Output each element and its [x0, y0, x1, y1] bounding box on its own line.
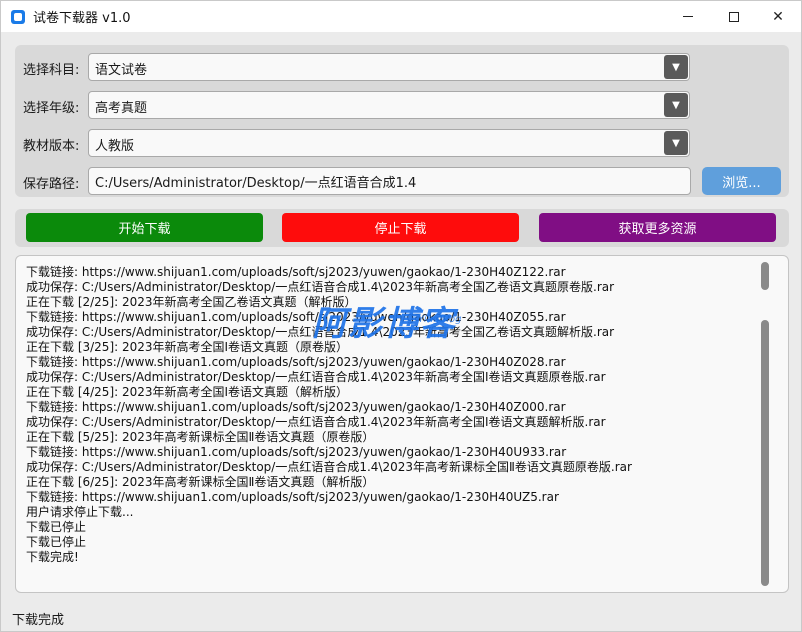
- stop-download-button[interactable]: 停止下载: [282, 213, 519, 242]
- chevron-down-icon[interactable]: ▼: [664, 55, 688, 79]
- log-line: 正在下载 [5/25]: 2023年高考新课标全国Ⅱ卷语文真题（原卷版）: [26, 430, 375, 444]
- grade-select[interactable]: 高考真题 ▼: [88, 91, 690, 119]
- log-panel[interactable]: 下载链接: https://www.shijuan1.com/uploads/s…: [15, 255, 789, 593]
- window-title: 试卷下载器 v1.0: [33, 11, 131, 26]
- chevron-down-icon[interactable]: ▼: [664, 93, 688, 117]
- edition-row: 教材版本: 人教版 ▼: [15, 129, 789, 157]
- log-line: 下载链接: https://www.shijuan1.com/uploads/s…: [26, 400, 566, 414]
- close-icon: ✕: [772, 8, 784, 25]
- title-bar: 试卷下载器 v1.0 ✕: [1, 1, 801, 32]
- log-line: 成功保存: C:/Users/Administrator/Desktop/一点红…: [26, 460, 632, 474]
- save-path-input[interactable]: [88, 167, 691, 195]
- app-window: 试卷下载器 v1.0 ✕ 选择科目: 语文试卷 ▼ 选择年级: 高考真题 ▼ 教…: [0, 0, 802, 632]
- grade-value: 高考真题: [95, 101, 148, 116]
- edition-value: 人教版: [95, 139, 135, 154]
- edition-label: 教材版本:: [23, 139, 80, 154]
- log-line: 正在下载 [4/25]: 2023年新高考全国Ⅰ卷语文真题（解析版）: [26, 385, 349, 399]
- log-line: 正在下载 [6/25]: 2023年高考新课标全国Ⅱ卷语文真题（解析版）: [26, 475, 375, 489]
- log-line: 下载完成!: [26, 550, 79, 564]
- chevron-down-icon[interactable]: ▼: [664, 131, 688, 155]
- more-resources-button[interactable]: 获取更多资源: [539, 213, 776, 242]
- subject-label: 选择科目:: [23, 63, 80, 78]
- edition-select[interactable]: 人教版 ▼: [88, 129, 690, 157]
- log-scrollbar[interactable]: [761, 262, 771, 588]
- action-panel: 开始下载 停止下载 获取更多资源: [15, 209, 789, 247]
- browse-button[interactable]: 浏览...: [702, 167, 781, 195]
- subject-value: 语文试卷: [95, 63, 148, 78]
- settings-panel: 选择科目: 语文试卷 ▼ 选择年级: 高考真题 ▼ 教材版本: 人教版 ▼ 保存…: [15, 45, 789, 197]
- maximize-button[interactable]: [711, 1, 757, 32]
- status-text: 下载完成: [12, 613, 65, 628]
- log-line: 下载链接: https://www.shijuan1.com/uploads/s…: [26, 490, 559, 504]
- log-line: 成功保存: C:/Users/Administrator/Desktop/一点红…: [26, 415, 606, 429]
- minimize-icon: [683, 16, 693, 17]
- subject-row: 选择科目: 语文试卷 ▼: [15, 53, 789, 81]
- save-path-label: 保存路径:: [23, 177, 80, 192]
- watermark-subtext: YingBlog: [418, 314, 462, 325]
- log-line: 成功保存: C:/Users/Administrator/Desktop/一点红…: [26, 280, 615, 294]
- maximize-icon: [729, 11, 739, 22]
- log-line: 用户请求停止下载...: [26, 505, 134, 519]
- log-line: 成功保存: C:/Users/Administrator/Desktop/一点红…: [26, 370, 606, 384]
- start-download-button[interactable]: 开始下载: [26, 213, 263, 242]
- scrollbar-up-segment[interactable]: [761, 262, 769, 290]
- log-line: 下载链接: https://www.shijuan1.com/uploads/s…: [26, 265, 566, 279]
- log-line: 下载已停止: [26, 520, 87, 534]
- grade-row: 选择年级: 高考真题 ▼: [15, 91, 789, 119]
- scrollbar-thumb[interactable]: [761, 320, 769, 586]
- app-icon: [11, 9, 25, 24]
- save-path-row: 保存路径: 浏览...: [15, 167, 789, 195]
- subject-select[interactable]: 语文试卷 ▼: [88, 53, 690, 81]
- log-line: 下载已停止: [26, 535, 87, 549]
- close-button[interactable]: ✕: [755, 1, 801, 32]
- log-line: 下载链接: https://www.shijuan1.com/uploads/s…: [26, 445, 567, 459]
- grade-label: 选择年级:: [23, 101, 80, 116]
- minimize-button[interactable]: [665, 1, 711, 32]
- log-line: 下载链接: https://www.shijuan1.com/uploads/s…: [26, 355, 566, 369]
